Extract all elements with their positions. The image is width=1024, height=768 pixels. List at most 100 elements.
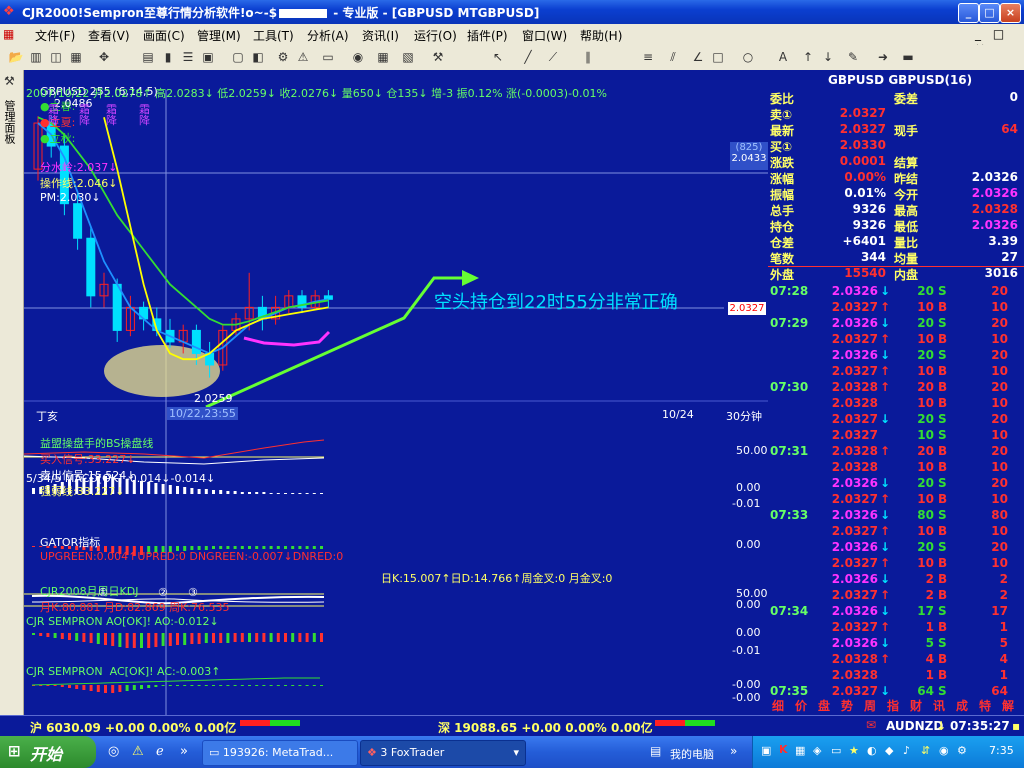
channel-icon[interactable]: ⫽	[665, 49, 681, 65]
tick-row[interactable]: 07:29 2.0326 ↓ 20 S 20	[768, 316, 1024, 332]
move-icon[interactable]: ✥	[96, 49, 112, 65]
tick-row[interactable]: 07:30 2.0328 ↑ 20 B 20	[768, 380, 1024, 396]
quote-tab[interactable]: 价	[795, 697, 807, 714]
text-icon[interactable]: A	[775, 49, 791, 65]
quicklaunch-expand-icon[interactable]: »	[180, 744, 188, 759]
tick-row[interactable]: 2.0327 ↑ 10 B 10	[768, 300, 1024, 316]
tick-row[interactable]: 2.0327 ↑ 2 B 2	[768, 588, 1024, 604]
tray-network-icon[interactable]: ▣	[761, 744, 771, 757]
quote-tab[interactable]: 盘	[818, 697, 830, 714]
chart-icon[interactable]: ▥	[28, 49, 44, 65]
tick-row[interactable]: 2.0328 10 B 10	[768, 396, 1024, 412]
tick-row[interactable]: 2.0328 1 B 1	[768, 668, 1024, 684]
menu-window[interactable]: 窗口(W)	[522, 27, 567, 44]
calc-icon[interactable]: ▦	[375, 49, 391, 65]
menu-help[interactable]: 帮助(H)	[580, 27, 622, 44]
arrow-down-icon[interactable]: ↓	[820, 49, 836, 65]
tray-monitor-icon[interactable]: ▭	[831, 744, 841, 757]
menu-run[interactable]: 运行(O)	[414, 27, 457, 44]
menu-news[interactable]: 资讯(I)	[362, 27, 399, 44]
my-computer-label[interactable]: 我的电脑	[670, 746, 714, 762]
tick-row[interactable]: 2.0327 ↑ 10 B 10	[768, 492, 1024, 508]
tick-row[interactable]: 07:28 2.0326 ↓ 20 S 20	[768, 284, 1024, 300]
chart-area[interactable]: GBPUSD 255 (6,14,5) ●立春: ●立夏: ●立秋: 分水岭:2…	[24, 70, 768, 715]
tick-row[interactable]: 2.0326 ↓ 20 S 20	[768, 348, 1024, 364]
monitor-icon[interactable]: ▭	[320, 49, 336, 65]
tray-update-icon[interactable]: ◆	[885, 744, 893, 757]
quicklaunch-media-icon[interactable]: ◎	[108, 744, 119, 759]
quicklaunch-warning-icon[interactable]: ⚠	[132, 744, 144, 759]
tray-app-icon[interactable]: ▦	[795, 744, 805, 757]
rect-icon[interactable]: □	[710, 49, 726, 65]
quote-tab[interactable]: 成	[956, 697, 968, 714]
grid-icon[interactable]: ▦	[68, 49, 84, 65]
compare-icon[interactable]: ◧	[250, 49, 266, 65]
tray-shield-icon[interactable]: ◈	[813, 744, 821, 757]
close-button[interactable]: ×	[1000, 3, 1021, 23]
tick-row[interactable]: 07:33 2.0326 ↓ 80 S 80	[768, 508, 1024, 524]
fib-icon[interactable]: ≡	[640, 49, 656, 65]
bars-icon[interactable]: ▮	[160, 49, 176, 65]
news-icon[interactable]: ▧	[400, 49, 416, 65]
ellipse-icon[interactable]: ○	[740, 49, 756, 65]
quote-tab[interactable]: 细	[772, 697, 784, 714]
alert-icon[interactable]: ⚠	[295, 49, 311, 65]
menu-analysis[interactable]: 分析(A)	[307, 27, 349, 44]
menu-tools[interactable]: 工具(T)	[253, 27, 294, 44]
cursor-icon[interactable]: ↖	[490, 49, 506, 65]
tray-expand-icon[interactable]: »	[730, 744, 737, 758]
quicklaunch-ie-icon[interactable]: ℯ	[156, 744, 164, 759]
start-button[interactable]: ⊞ 开始	[0, 736, 96, 768]
globe-icon[interactable]: ◉	[350, 49, 366, 65]
tick-row[interactable]: 2.0326 ↓ 20 S 20	[768, 476, 1024, 492]
tick-row[interactable]: 2.0326 ↓ 20 S 20	[768, 540, 1024, 556]
menu-manage[interactable]: 管理(M)	[197, 27, 241, 44]
angle-icon[interactable]: ∠	[690, 49, 706, 65]
arrow-up-icon[interactable]: ↑	[800, 49, 816, 65]
tick-row[interactable]: 2.0327 ↓ 20 S 20	[768, 412, 1024, 428]
tick-row[interactable]: 07:34 2.0326 ↓ 17 S 17	[768, 604, 1024, 620]
open-folder-icon[interactable]: 📂	[8, 49, 24, 65]
tick-row[interactable]: 2.0326 ↓ 2 B 2	[768, 572, 1024, 588]
quote-tab[interactable]: 势	[841, 697, 853, 714]
tray-arrows-icon[interactable]: ⇵	[921, 744, 930, 757]
list-icon[interactable]: ☰	[180, 49, 196, 65]
tray-k-icon[interactable]: K	[779, 743, 788, 756]
erase-icon[interactable]: ✎	[845, 49, 861, 65]
tick-row[interactable]: 2.0328 10 B 10	[768, 460, 1024, 476]
line-icon[interactable]: ╱	[520, 49, 536, 65]
tool-icon[interactable]: ⚒	[430, 49, 446, 65]
task-foxtrader[interactable]: ❖ 3 FoxTrader ▾	[360, 740, 526, 766]
maximize-button[interactable]: □	[979, 3, 1000, 23]
tick-row[interactable]: 2.0327 ↑ 10 B 10	[768, 556, 1024, 572]
task-metatrader[interactable]: ▭ 193926: MetaTrad...	[202, 740, 358, 766]
left-panel-tab[interactable]: ⚒ 管理面板	[0, 70, 24, 715]
tick-row[interactable]: 2.0326 ↓ 5 S 5	[768, 636, 1024, 652]
tick-row[interactable]: 2.0328 ↑ 4 B 4	[768, 652, 1024, 668]
tick-row[interactable]: 2.0327 ↑ 10 B 10	[768, 364, 1024, 380]
menu-view[interactable]: 查看(V)	[88, 27, 130, 44]
ray-icon[interactable]: ⟋	[545, 49, 561, 65]
save-icon[interactable]: ▬	[900, 49, 916, 65]
quote-tab[interactable]: 指	[887, 697, 899, 714]
tick-row[interactable]: 2.0327 ↑ 10 B 10	[768, 524, 1024, 540]
arrow-icon[interactable]: ➜	[875, 49, 891, 65]
tray-volume-icon[interactable]: ♪	[903, 744, 910, 757]
quote-tab[interactable]: 解	[1002, 697, 1014, 714]
menu-file[interactable]: 文件(F)	[35, 27, 75, 44]
tray-gear-icon[interactable]: ⚙	[957, 744, 967, 757]
layout-icon[interactable]: ▢	[230, 49, 246, 65]
tray-star-icon[interactable]: ★	[849, 744, 859, 757]
quote-tab[interactable]: 周	[864, 697, 876, 714]
settings-icon[interactable]: ⚙	[275, 49, 291, 65]
quote-tab[interactable]: 讯	[933, 697, 945, 714]
minimize-button[interactable]: _	[958, 3, 979, 23]
menu-screen[interactable]: 画面(C)	[143, 27, 185, 44]
parallel-icon[interactable]: ∥	[580, 49, 596, 65]
tick-row[interactable]: 2.0327 10 S 10	[768, 428, 1024, 444]
quote-tab[interactable]: 财	[910, 697, 922, 714]
tray-power-icon[interactable]: ◉	[939, 744, 949, 757]
rsi-icon[interactable]: ◫	[48, 49, 64, 65]
tick-row[interactable]: 2.0327 ↑ 1 B 1	[768, 620, 1024, 636]
tile-icon[interactable]: ▣	[200, 49, 216, 65]
